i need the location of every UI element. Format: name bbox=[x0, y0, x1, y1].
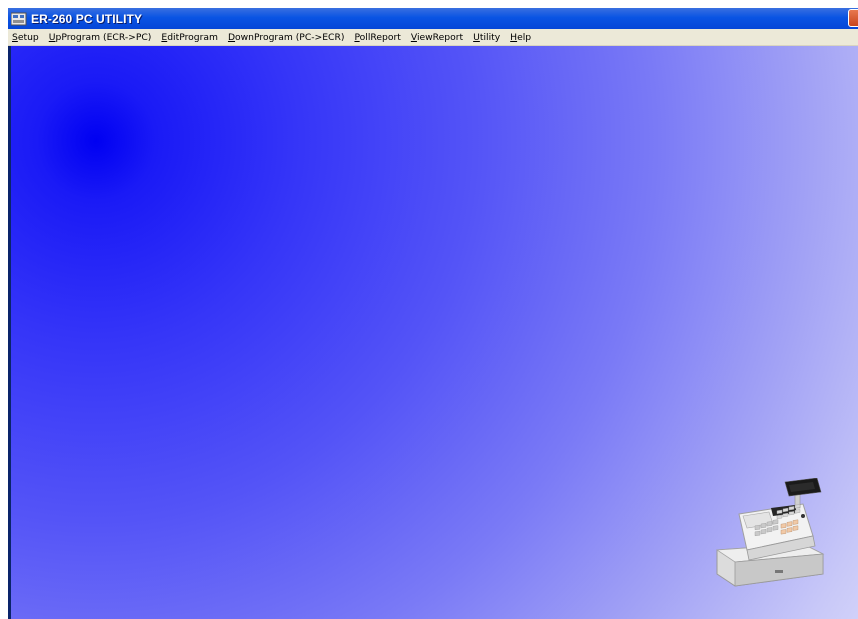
main-client-area bbox=[11, 46, 858, 619]
close-icon[interactable] bbox=[848, 9, 858, 27]
window-title: ER-260 PC UTILITY bbox=[31, 11, 143, 26]
menu-pollreport[interactable]: PollReport bbox=[349, 30, 405, 45]
menu-downprogram[interactable]: DownProgram (PC->ECR) bbox=[223, 30, 349, 45]
menu-bar: Setup UpProgram (ECR->PC) EditProgram Do… bbox=[8, 29, 858, 46]
menu-utility[interactable]: Utility bbox=[468, 30, 505, 45]
app-icon bbox=[10, 12, 27, 26]
menu-setup[interactable]: Setup bbox=[8, 30, 44, 45]
menu-upprogram[interactable]: UpProgram (ECR->PC) bbox=[44, 30, 157, 45]
menu-help[interactable]: Help bbox=[505, 30, 536, 45]
menu-viewreport[interactable]: ViewReport bbox=[406, 30, 468, 45]
cash-register-icon bbox=[711, 477, 827, 593]
title-bar[interactable]: ER-260 PC UTILITY bbox=[8, 8, 858, 29]
app-window: ER-260 PC UTILITY Setup UpProgram (ECR->… bbox=[8, 8, 858, 619]
menu-editprogram[interactable]: EditProgram bbox=[156, 30, 223, 45]
